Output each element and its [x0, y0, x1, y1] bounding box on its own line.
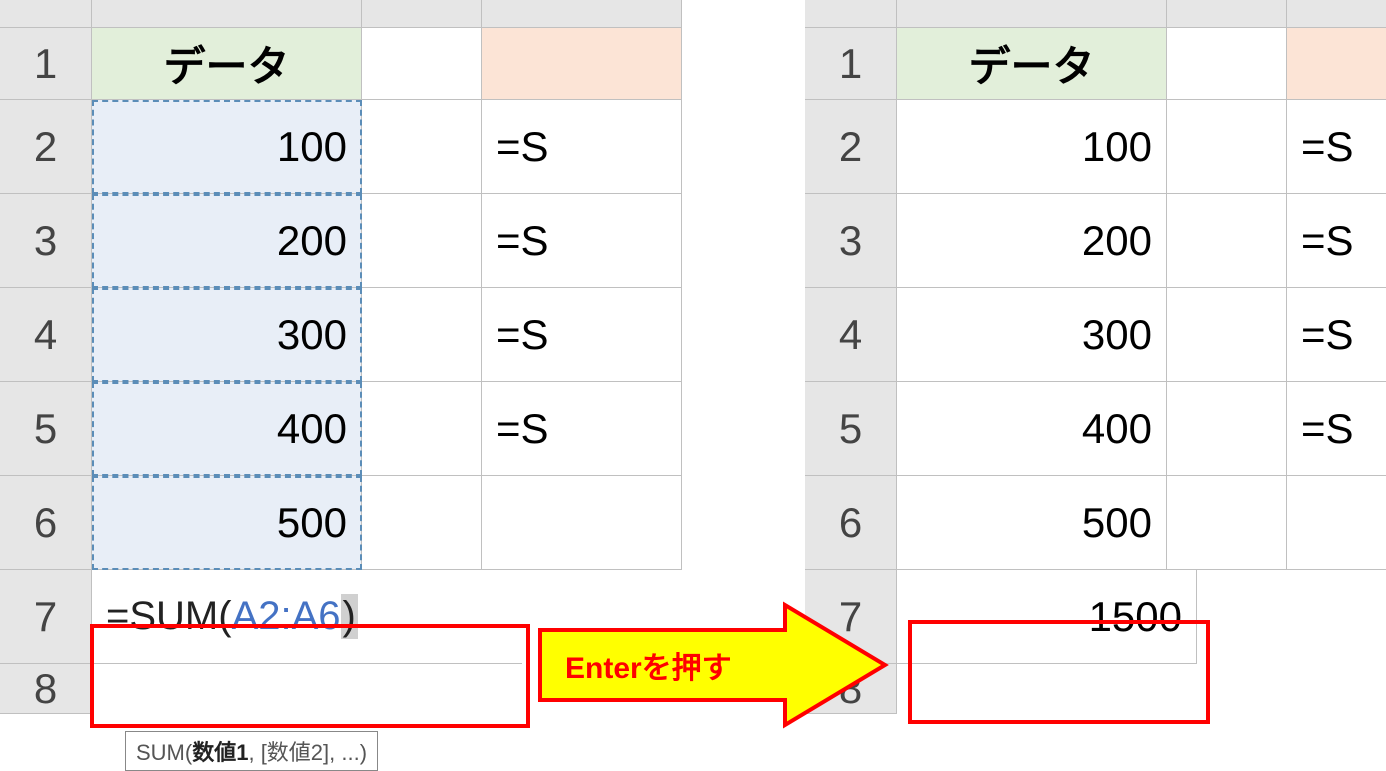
row-header[interactable]: 5	[805, 382, 897, 476]
row-header[interactable]: 3	[0, 194, 92, 288]
cell-a5[interactable]: 400	[897, 382, 1167, 476]
cell-c2[interactable]: =S	[482, 100, 682, 194]
cell-a2[interactable]: 100	[897, 100, 1167, 194]
col-header-b[interactable]	[1167, 0, 1287, 28]
cell-c1[interactable]	[1287, 28, 1386, 100]
row-header[interactable]: 3	[805, 194, 897, 288]
cell-c6[interactable]	[1287, 476, 1386, 570]
cell-a6[interactable]: 500	[897, 476, 1167, 570]
cell-c5[interactable]: =S	[482, 382, 682, 476]
cell-a1-header[interactable]: データ	[92, 28, 362, 100]
cell-a5[interactable]: 400	[92, 382, 362, 476]
cell-b6[interactable]	[1167, 476, 1287, 570]
cell-a4[interactable]: 300	[92, 288, 362, 382]
cell-c6[interactable]	[482, 476, 682, 570]
row-header[interactable]: 6	[0, 476, 92, 570]
row-header[interactable]: 4	[805, 288, 897, 382]
row-header[interactable]: 8	[0, 664, 92, 714]
cell-c1[interactable]	[482, 28, 682, 100]
cell-a7-result[interactable]: 1500	[897, 570, 1197, 664]
formula-suffix: )	[341, 594, 358, 639]
cell-b5[interactable]	[1167, 382, 1287, 476]
row-header[interactable]: 4	[0, 288, 92, 382]
formula-range: A2:A6	[232, 594, 341, 639]
cell-a3[interactable]: 200	[897, 194, 1167, 288]
cell-a4[interactable]: 300	[897, 288, 1167, 382]
cell-b6[interactable]	[362, 476, 482, 570]
cell-c5[interactable]: =S	[1287, 382, 1386, 476]
row-header[interactable]: 6	[805, 476, 897, 570]
col-header-a[interactable]	[92, 0, 362, 28]
row-header[interactable]: 1	[805, 28, 897, 100]
row-header[interactable]: 2	[805, 100, 897, 194]
cell-b3[interactable]	[1167, 194, 1287, 288]
col-header-c[interactable]	[482, 0, 682, 28]
cell-a2[interactable]: 100	[92, 100, 362, 194]
cell-c4[interactable]: =S	[1287, 288, 1386, 382]
corner-cell[interactable]	[0, 0, 92, 28]
cell-b2[interactable]	[362, 100, 482, 194]
cell-c3[interactable]: =S	[482, 194, 682, 288]
cell-b2[interactable]	[1167, 100, 1287, 194]
col-header-c[interactable]	[1287, 0, 1386, 28]
cell-a1-header[interactable]: データ	[897, 28, 1167, 100]
cell-b1[interactable]	[1167, 28, 1287, 100]
cell-c4[interactable]: =S	[482, 288, 682, 382]
corner-cell[interactable]	[805, 0, 897, 28]
cell-b5[interactable]	[362, 382, 482, 476]
row-header[interactable]: 2	[0, 100, 92, 194]
cell-b1[interactable]	[362, 28, 482, 100]
cell-a6[interactable]: 500	[92, 476, 362, 570]
arrow-label: Enterを押す	[535, 600, 893, 730]
cell-c2[interactable]: =S	[1287, 100, 1386, 194]
formula-tooltip: SUM(数値1, [数値2], ...)	[125, 731, 378, 771]
col-header-b[interactable]	[362, 0, 482, 28]
cell-b3[interactable]	[362, 194, 482, 288]
cell-b4[interactable]	[1167, 288, 1287, 382]
formula-prefix: =SUM(	[106, 594, 232, 639]
cell-a7-formula[interactable]: =SUM(A2:A6)	[92, 570, 522, 664]
cell-a3[interactable]: 200	[92, 194, 362, 288]
row-header[interactable]: 1	[0, 28, 92, 100]
col-header-a[interactable]	[897, 0, 1167, 28]
row-header[interactable]: 7	[0, 570, 92, 664]
enter-arrow: Enterを押す	[535, 600, 893, 730]
row-header[interactable]: 5	[0, 382, 92, 476]
cell-c3[interactable]: =S	[1287, 194, 1386, 288]
cell-b4[interactable]	[362, 288, 482, 382]
